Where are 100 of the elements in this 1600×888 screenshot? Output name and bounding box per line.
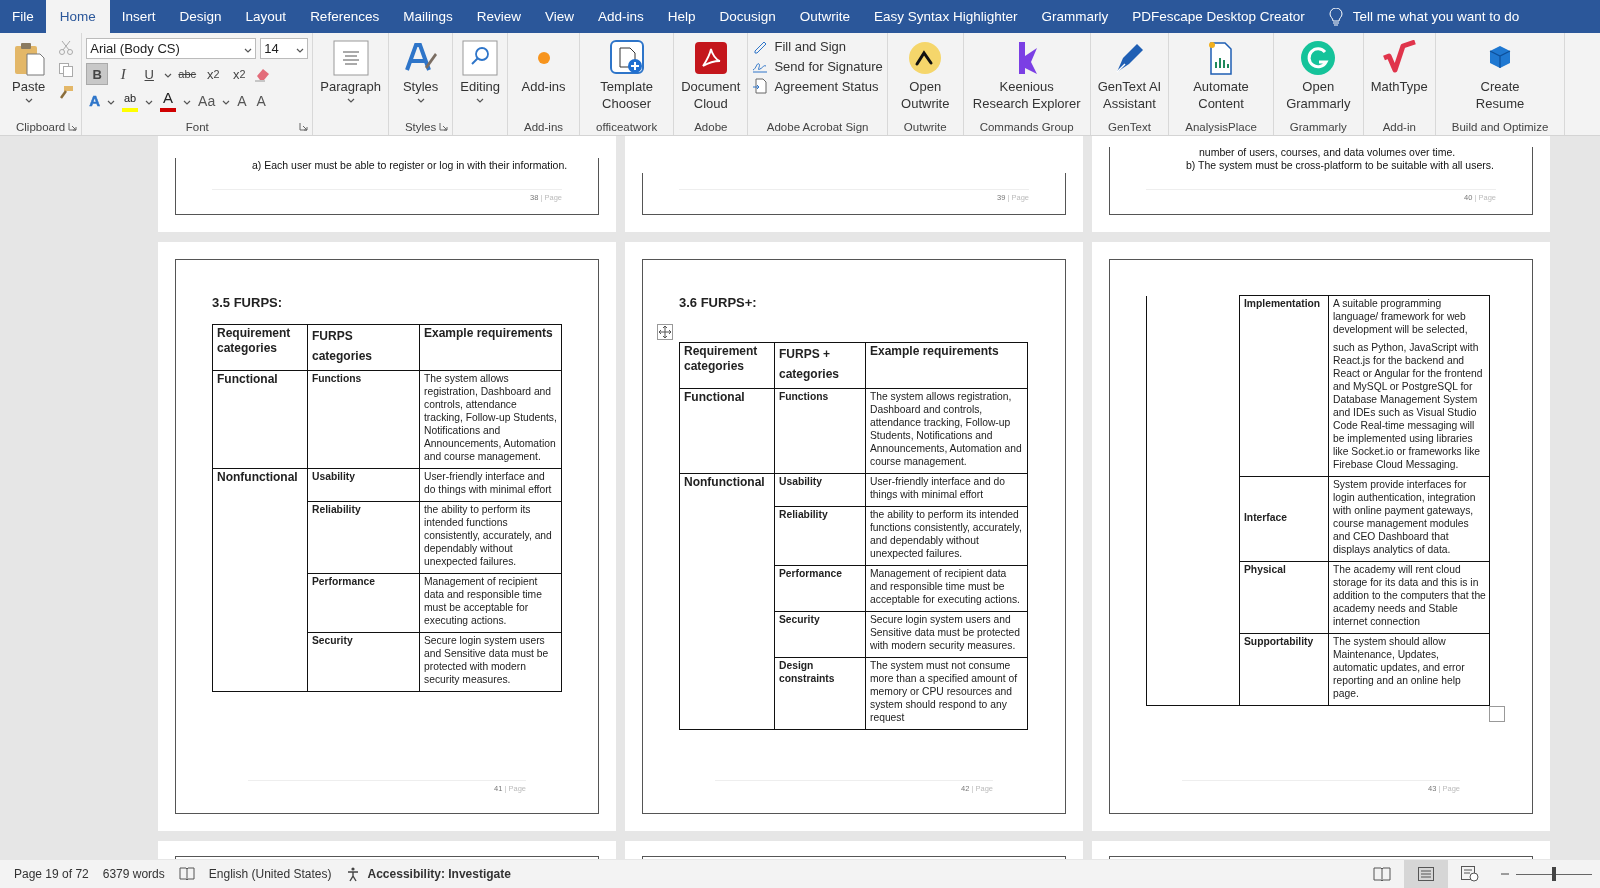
column-header: Example requirements — [419, 324, 562, 371]
group-label: Add-in — [1381, 120, 1417, 133]
group-label: Adobe Acrobat Sign — [765, 120, 870, 133]
cell-text: The academy will rent cloud storage for its data and this is in addition to the computers that the academy needs and Stable internet connection — [1333, 563, 1486, 628]
group-label: Adobe — [693, 120, 729, 133]
accessibility-button[interactable]: Accessibility: Investigate — [345, 866, 525, 882]
table-cell: Functional — [679, 388, 775, 474]
check-circle-icon — [907, 40, 944, 76]
ribbon-button[interactable]: Editing — [457, 36, 504, 105]
ribbon-button[interactable]: Agreement Status — [752, 78, 883, 94]
text-style-button[interactable]: ab — [119, 89, 142, 113]
magnifier-icon — [462, 40, 499, 76]
dialog-launcher-icon[interactable] — [439, 122, 449, 131]
group-label: Grammarly — [1289, 120, 1347, 133]
font-name-field[interactable]: Arial (Body CS) — [86, 38, 257, 59]
paintbrush-icon[interactable] — [57, 84, 74, 100]
ribbon-button[interactable]: Add-ins — [518, 36, 569, 97]
group-label: Commands Group — [979, 120, 1074, 133]
ribbon-tab[interactable]: Insert — [109, 0, 168, 33]
ribbon-button[interactable]: Document Cloud — [678, 36, 744, 114]
ribbon-button[interactable]: MathType — [1367, 36, 1431, 97]
ribbon-button[interactable]: GenText AI Assistant — [1094, 36, 1165, 114]
format-button[interactable]: U — [138, 63, 161, 85]
move-handle-icon[interactable] — [657, 324, 673, 340]
slider-thumb[interactable] — [1552, 867, 1556, 881]
ribbon-tab[interactable]: PDFescape Desktop Creator — [1120, 0, 1317, 33]
ribbon-tab[interactable]: View — [532, 0, 586, 33]
cell-text: The system should allow Maintenance, Updates, automatic updates, and error reporting and an online help page. — [1333, 635, 1466, 700]
ribbon-button[interactable]: Create Resume — [1472, 36, 1528, 114]
group-label: AnalysisPlace — [1185, 120, 1257, 133]
body-text: a) Each user must be able to register or log in with their information. — [251, 158, 569, 173]
format-button[interactable]: B — [86, 63, 109, 85]
tell-me-field[interactable]: Tell me what you want to do — [1328, 0, 1520, 33]
ribbon-tab[interactable]: Design — [167, 0, 234, 33]
ribbon-button[interactable]: Automate Content — [1190, 36, 1252, 114]
ribbon-button[interactable]: Styles — [399, 36, 442, 105]
resize-handle-icon[interactable] — [1489, 706, 1505, 722]
table-cell: Nonfunctional — [679, 473, 775, 730]
ribbon-button[interactable]: Open Grammarly — [1283, 36, 1354, 114]
ribbon-button[interactable]: Paste — [7, 36, 50, 105]
language-indicator[interactable]: English (United States) — [208, 867, 346, 881]
table-cell: Usability — [307, 468, 420, 502]
cell-text: The system allows registration, Dashboard and controls, attendance tracking, Follow-up Students, Notifications and Announcements, Automation and course management. — [870, 390, 1023, 468]
proofing-icon[interactable] — [178, 867, 195, 881]
caret-icon — [145, 100, 154, 105]
ribbon-button[interactable]: Template Chooser — [597, 36, 656, 114]
ribbon-tab[interactable]: Review — [464, 0, 533, 33]
column-header: FURPS categories — [307, 324, 420, 371]
ribbon-tab[interactable]: Docusign — [707, 0, 788, 33]
ribbon-tab[interactable]: Layout — [233, 0, 299, 33]
table-cell: Security — [307, 632, 420, 692]
text-style-button[interactable]: Aa — [195, 89, 219, 113]
format-button[interactable]: I — [112, 63, 135, 85]
ribbon-tab[interactable]: Outwrite — [787, 0, 863, 33]
dialog-launcher-icon[interactable] — [68, 122, 78, 131]
cell-text: The system allows registration, Dashboard and controls, attendance tracking, Follow-up Students, Notifications and Announcements, Automation and course management. — [424, 372, 558, 463]
table-cell: Design constraints — [774, 657, 866, 730]
text-style-button[interactable]: A — [157, 89, 180, 113]
document-arrow-icon — [752, 78, 769, 94]
ribbon-tab[interactable]: References — [298, 0, 392, 33]
font-size-field[interactable]: 14 — [260, 38, 309, 59]
format-button[interactable]: abc — [176, 63, 199, 85]
body-text: number of users, courses, and data volumes over time. — [1198, 147, 1457, 158]
cell-text: Management of recipient data and responsible time must be acceptable for executing actions. — [870, 567, 1021, 606]
ribbon-button[interactable]: Fill and Sign — [752, 38, 883, 54]
table-cell: Functions — [307, 370, 420, 469]
ribbon-button[interactable]: Keenious Research Explorer — [969, 36, 1084, 114]
dialog-launcher-icon[interactable] — [299, 122, 309, 131]
column-header: Example requirements — [865, 342, 1028, 389]
pdf-icon — [692, 40, 729, 76]
ribbon-tab[interactable]: Help — [655, 0, 708, 33]
ribbon-button[interactable]: Open Outwrite — [898, 36, 953, 114]
ribbon-tab[interactable]: Easy Syntax Highlighter — [862, 0, 1030, 33]
ribbon-tab[interactable]: Grammarly — [1029, 0, 1121, 33]
word-count[interactable]: 6379 words — [102, 867, 179, 881]
table-cell: Nonfunctional — [212, 468, 308, 692]
ribbon-button[interactable]: Send for Signature — [752, 58, 883, 74]
copy-icon[interactable] — [57, 62, 74, 78]
text-style-button[interactable]: A — [86, 89, 104, 113]
ribbon-button[interactable]: Paragraph — [317, 36, 384, 105]
text-style-button[interactable]: A — [234, 89, 250, 113]
caret-icon — [222, 100, 231, 105]
page-count[interactable]: Page 19 of 72 — [14, 867, 103, 881]
view-button[interactable] — [1404, 860, 1448, 888]
caret-icon — [107, 100, 116, 105]
cell-text: A suitable programming language/ framework for web development will be selected, — [1333, 297, 1469, 336]
caret-icon — [244, 47, 253, 53]
ribbon-tab[interactable]: Add-ins — [586, 0, 656, 33]
ribbon-tab[interactable]: Mailings — [391, 0, 465, 33]
group-label: Styles — [404, 120, 437, 133]
cell-text: System provide interfaces for login authentication, integration with online payment gateways, course management modules and CEO Dashboard that displays analytics of data. — [1333, 478, 1477, 556]
text-style-button[interactable]: A — [253, 89, 269, 113]
table-cell: Security — [774, 611, 866, 658]
group-label: GenText — [1107, 120, 1152, 133]
table-cell: Implementation — [1239, 295, 1329, 477]
ribbon-tab[interactable]: File — [0, 0, 46, 33]
table-cell: Physical — [1239, 561, 1329, 634]
table-cell: Reliability — [774, 506, 866, 566]
column-header: Requirement categories — [679, 342, 775, 389]
ribbon-tab[interactable]: Home — [45, 0, 110, 33]
